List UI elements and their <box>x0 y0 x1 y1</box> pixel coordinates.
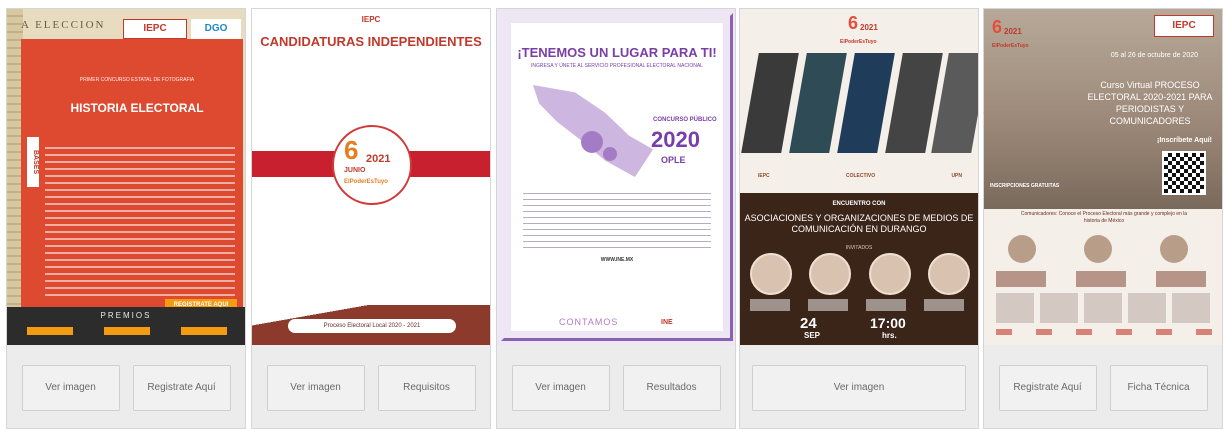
poster-body-text <box>45 147 235 297</box>
poster-image-candidaturas[interactable]: IEPC CANDIDATURAS INDEPENDIENTES 6 2021 … <box>252 9 490 345</box>
card-curso-virtual: 6 2021 ElPoderEsTuyo IEPC 05 al 26 de oc… <box>983 8 1223 429</box>
card-historia-electoral: A ELECCION IEPC DGO PRIMER CONCURSO ESTA… <box>6 8 246 429</box>
gear-icon <box>581 131 603 153</box>
ine-logo: INE <box>661 319 673 326</box>
poster-subtitle: PRIMER CONCURSO ESTATAL DE FOTOGRAFIA <box>79 77 195 83</box>
emblem-hashtag: ElPoderEsTuyo <box>344 179 388 185</box>
iepc-logo: IEPC <box>361 15 381 24</box>
card-concurso-publico: ¡TENEMOS UN LUGAR PARA TI! INGRESA Y ÚNE… <box>496 8 736 429</box>
prize-tabs <box>27 327 227 335</box>
meeting-label: ENCUENTRO CON <box>832 201 886 207</box>
event-day: 24 <box>800 315 817 332</box>
card-actions: Registrate Aquí Ficha Técnica <box>984 345 1222 428</box>
card-actions: Ver imagen Resultados <box>497 345 735 428</box>
poster-url: WWW.INE.MX <box>600 257 634 263</box>
speaker-photos <box>750 253 970 295</box>
poster-image-concurso[interactable]: ¡TENEMOS UN LUGAR PARA TI! INGRESA Y ÚNE… <box>497 9 735 345</box>
emblem-year: 2021 <box>860 23 878 32</box>
technical-sheet-button[interactable]: Ficha Técnica <box>1109 364 1208 411</box>
poster-summary: Comunicadores: Conoce el Proceso Elector… <box>1020 211 1188 224</box>
media-photos <box>740 53 978 153</box>
bases-label: BASES <box>27 137 39 187</box>
emblem-month: JUNIO <box>344 167 366 174</box>
poster-sheet: ¡TENEMOS UN LUGAR PARA TI! INGRESA Y ÚNE… <box>511 23 723 331</box>
sponsor-logos: IEPC COLECTIVO UPN <box>758 173 962 179</box>
speaker-photos <box>1008 235 1188 263</box>
dgo-logo: DGO <box>191 19 241 39</box>
poster-title: CANDIDATURAS INDEPENDIENTES <box>260 34 482 49</box>
card-encuentro-medios: 6 2021 ElPoderEsTuyo IEPC COLECTIVO UPN … <box>739 8 979 429</box>
poster-image-historia-electoral[interactable]: A ELECCION IEPC DGO PRIMER CONCURSO ESTA… <box>7 9 245 345</box>
invited-label: INVITADOS <box>845 245 873 251</box>
qr-code-icon <box>1162 151 1206 195</box>
poster-image-encuentro[interactable]: 6 2021 ElPoderEsTuyo IEPC COLECTIVO UPN … <box>740 9 978 345</box>
card-actions: Ver imagen Requisitos <box>252 345 490 428</box>
schedule-grid <box>996 293 1212 323</box>
emblem-year: 2021 <box>1004 27 1022 36</box>
poster-title: ¡TENEMOS UN LUGAR PARA TI! <box>517 45 717 60</box>
emblem-day: 6 <box>848 13 859 33</box>
poster-body-text <box>523 193 711 253</box>
emblem-year: 2021 <box>366 153 391 165</box>
view-image-button[interactable]: Ver imagen <box>21 364 120 411</box>
event-time: 17:00 <box>870 315 906 331</box>
social-icons <box>996 329 1212 335</box>
emblem-day: 6 <box>344 135 359 165</box>
iepc-logo: IEPC <box>1154 15 1214 37</box>
view-image-button[interactable]: Ver imagen <box>266 364 365 411</box>
requirements-button[interactable]: Requisitos <box>377 364 476 411</box>
poster-gallery: A ELECCION IEPC DGO PRIMER CONCURSO ESTA… <box>0 0 1225 429</box>
ople-label: OPLE <box>661 155 686 165</box>
event-hours: hrs. <box>882 331 897 340</box>
register-button[interactable]: Registrate Aquí <box>998 364 1097 411</box>
emblem-hashtag: ElPoderEsTuyo <box>992 43 1029 49</box>
contest-year: 2020 <box>651 127 700 152</box>
results-button[interactable]: Resultados <box>622 364 721 411</box>
poster-title: HISTORIA ELECTORAL <box>70 101 204 115</box>
event-month: SEP <box>804 331 821 340</box>
poster-footer: Proceso Electoral Local 2020 - 2021 <box>288 319 456 333</box>
card-actions: Ver imagen Registrate Aquí <box>7 345 245 428</box>
card-actions: Ver imagen <box>740 345 978 428</box>
iepc-logo: IEPC <box>123 19 187 39</box>
course-dates: 05 al 26 de octubre de 2020 <box>1110 52 1198 59</box>
poster-subtitle: INGRESA Y ÚNETE AL SERVICIO PROFESIONAL … <box>531 63 703 69</box>
poster-image-curso[interactable]: 6 2021 ElPoderEsTuyo IEPC 05 al 26 de oc… <box>984 9 1222 345</box>
prizes-label: PREMIOS <box>100 311 152 320</box>
register-button[interactable]: Registrate Aquí <box>132 364 231 411</box>
register-label: ¡Inscríbete Aquí! <box>1157 137 1212 144</box>
view-image-button[interactable]: Ver imagen <box>511 364 610 411</box>
speaker-names <box>996 271 1212 287</box>
poster-footer: CONTAMOS <box>559 317 619 327</box>
enrollment-label: INSCRIPCIONES GRATUITAS <box>990 183 1060 189</box>
view-image-button[interactable]: Ver imagen <box>752 364 966 411</box>
card-candidaturas: IEPC CANDIDATURAS INDEPENDIENTES 6 2021 … <box>251 8 491 429</box>
speaker-names <box>750 299 970 311</box>
poster-title: Curso Virtual PROCESO ELECTORAL 2020-202… <box>1087 80 1213 126</box>
emblem-hashtag: ElPoderEsTuyo <box>840 39 877 45</box>
emblem-day: 6 <box>992 17 1003 37</box>
gear-icon <box>603 147 617 161</box>
poster-title: ASOCIACIONES Y ORGANIZACIONES DE MEDIOS … <box>744 213 974 234</box>
contest-label: CONCURSO PÚBLICO <box>653 117 717 123</box>
